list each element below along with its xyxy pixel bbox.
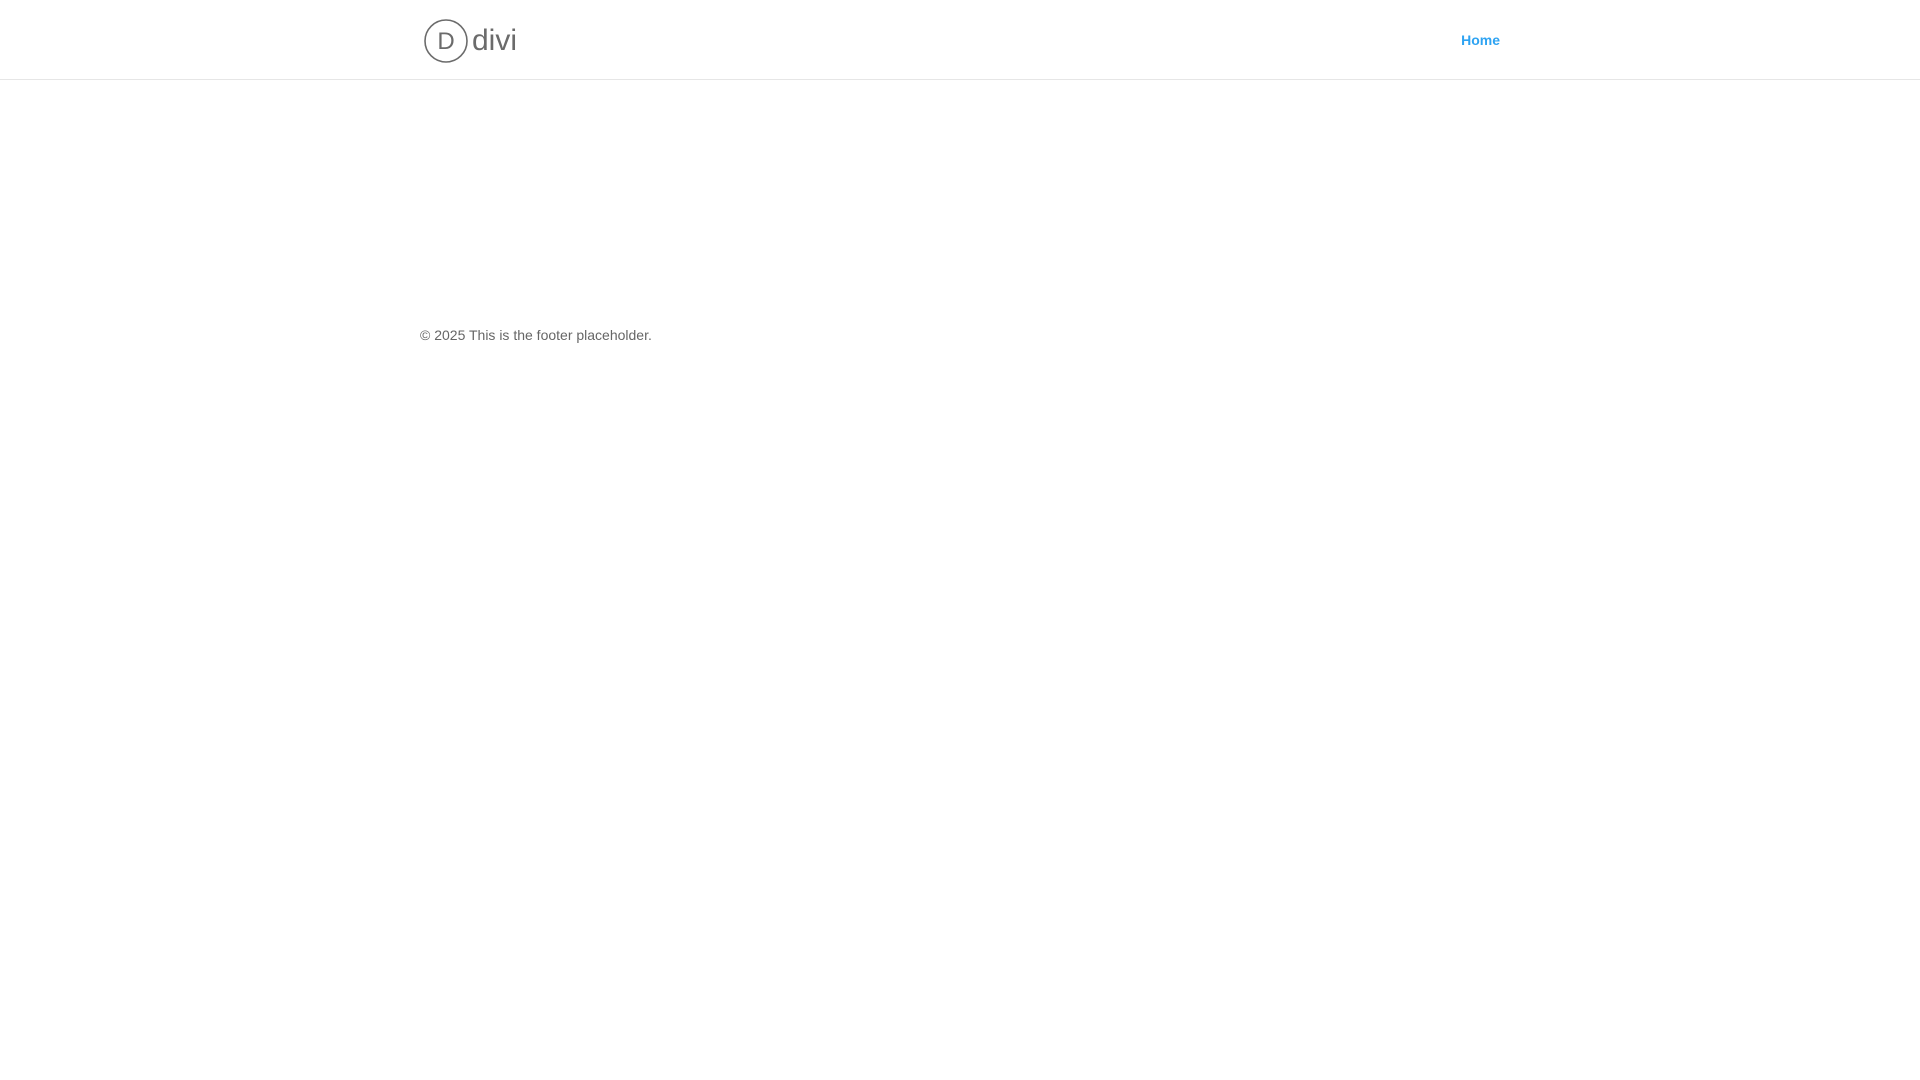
divi-logo-icon: D divi bbox=[424, 19, 517, 63]
site-header: D divi Home bbox=[0, 0, 1920, 80]
nav-home-link[interactable]: Home bbox=[1461, 33, 1500, 47]
logo-monogram: D bbox=[437, 28, 454, 55]
site-footer: © 2025 This is the footer placeholder. bbox=[420, 325, 1500, 345]
site-logo-link[interactable]: D divi bbox=[424, 19, 534, 63]
footer-text: © 2025 This is the footer placeholder. bbox=[420, 327, 652, 343]
primary-nav: Home bbox=[1461, 0, 1500, 80]
main-content bbox=[0, 80, 1920, 310]
logo-wordmark: divi bbox=[472, 24, 517, 57]
